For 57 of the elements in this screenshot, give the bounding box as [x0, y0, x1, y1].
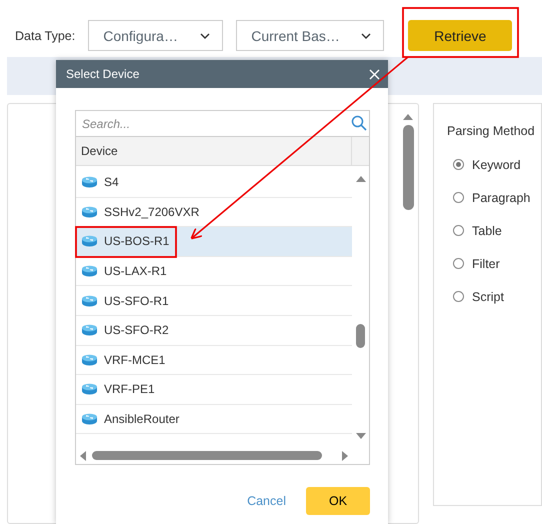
- data-type-label: Data Type:: [15, 28, 76, 42]
- dialog-title: Select Device: [66, 67, 140, 81]
- scrollbar-thumb[interactable]: [402, 125, 414, 210]
- device-row[interactable]: AnsibleRouter: [76, 404, 352, 434]
- router-icon: [81, 354, 98, 366]
- dropdown[interactable]: Current Bas…: [236, 20, 384, 51]
- device-name: S4: [104, 175, 119, 190]
- chevron-down-icon: [200, 32, 210, 38]
- device-row[interactable]: US-BOS-R1: [76, 227, 352, 257]
- device-name: AnsibleRouter: [104, 412, 180, 426]
- panel-title: Parsing Method: [447, 124, 536, 138]
- router-icon: [81, 294, 98, 307]
- device-name: US-SFO-R1: [104, 294, 169, 308]
- scroll-down-icon[interactable]: [356, 433, 366, 439]
- router-icon: [81, 413, 98, 426]
- device-row[interactable]: VRF-MCE1: [76, 346, 352, 376]
- ok-button[interactable]: OK: [306, 487, 370, 515]
- scroll-left-icon[interactable]: [80, 450, 86, 460]
- radio-label: Keyword: [472, 158, 521, 172]
- retrieve-button[interactable]: Retrieve: [408, 20, 512, 51]
- device-name: US-SFO-R2: [104, 323, 169, 338]
- radio-label: Script: [472, 290, 504, 304]
- radio-button[interactable]: [453, 291, 464, 302]
- device-row[interactable]: US-SFO-R1: [76, 286, 352, 316]
- close-icon[interactable]: [369, 68, 380, 80]
- device-name: US-LAX-R1: [104, 264, 167, 278]
- router-icon: [81, 176, 98, 188]
- radio-label: Filter: [472, 256, 500, 270]
- device-row[interactable]: US-SFO-R2: [76, 316, 352, 346]
- router-icon: [81, 206, 98, 218]
- radio-button[interactable]: [453, 225, 464, 236]
- device-row[interactable]: S4: [76, 168, 352, 198]
- device-name: VRF-MCE1: [104, 352, 166, 367]
- device-name: SSHv2_7206VXR: [104, 204, 200, 219]
- router-icon: [81, 265, 98, 278]
- scrollbar-thumb[interactable]: [92, 451, 322, 460]
- device-row[interactable]: VRF-PE1: [76, 375, 352, 405]
- scroll-up-icon[interactable]: [403, 114, 413, 120]
- device-row[interactable]: US-LAX-R1: [76, 256, 352, 286]
- radio-label: Paragraph: [472, 190, 530, 204]
- radio-button[interactable]: [453, 258, 464, 269]
- scrollbar-thumb[interactable]: [356, 324, 365, 348]
- search-field[interactable]: Search...: [75, 110, 370, 137]
- column-header: Device: [76, 137, 352, 165]
- radio-button[interactable]: [453, 159, 464, 170]
- scroll-up-icon[interactable]: [356, 176, 366, 182]
- router-icon: [81, 383, 98, 396]
- dropdown[interactable]: Configura…: [88, 20, 224, 51]
- radio-button[interactable]: [453, 192, 464, 203]
- router-icon: [81, 324, 98, 336]
- radio-label: Table: [472, 224, 502, 238]
- router-icon: [81, 235, 98, 248]
- device-name: US-BOS-R1: [104, 234, 170, 248]
- scroll-right-icon[interactable]: [342, 450, 348, 460]
- device-name: VRF-PE1: [104, 382, 155, 396]
- search-icon[interactable]: [351, 115, 367, 131]
- chevron-down-icon: [361, 32, 372, 38]
